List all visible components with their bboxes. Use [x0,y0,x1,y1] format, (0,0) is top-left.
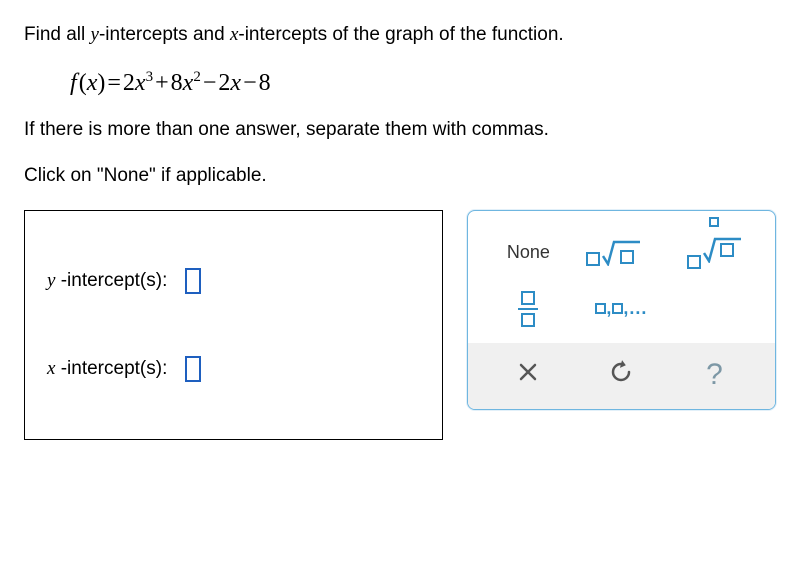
x-intercept-input[interactable] [185,356,201,382]
var-y: y [91,24,99,45]
nthroot-icon [687,237,741,269]
list-template-button[interactable]: ,,... [575,281,668,337]
fraction-icon [518,291,538,327]
none-button[interactable]: None [482,225,575,281]
input-palette: None [467,210,776,410]
sqrt-icon [586,240,656,266]
question-line-1: Find all y-intercepts and x-intercepts o… [24,22,776,49]
answer-box: y -intercept(s): x -intercept(s): [24,210,443,440]
close-icon [518,362,538,388]
instruction-commas: If there is more than one answer, separa… [24,117,776,144]
reset-icon [609,360,633,390]
fraction-template-button[interactable] [482,281,575,337]
x-intercept-row: x -intercept(s): [47,356,420,382]
text: -intercepts and [99,24,230,45]
y-intercept-label: y -intercept(s): [47,270,167,292]
help-icon: ? [706,358,723,392]
y-intercept-row: y -intercept(s): [47,268,420,294]
y-intercept-input[interactable] [185,268,201,294]
function-equation: f (x) = 2x3 + 8x2 − 2x − 8 [70,69,776,97]
nthroot-template-button[interactable] [668,225,761,281]
text: -intercepts of the graph of the function… [238,24,563,45]
none-label: None [507,242,550,263]
sqrt-template-button[interactable] [575,225,668,281]
help-button[interactable]: ? [668,351,761,399]
x-intercept-label: x -intercept(s): [47,358,167,380]
clear-button[interactable] [482,351,575,399]
instruction-none: Click on "None" if applicable. [24,163,776,190]
list-icon: ,,... [595,298,647,319]
reset-button[interactable] [575,351,668,399]
text: Find all [24,24,91,45]
palette-empty-cell [668,281,761,337]
